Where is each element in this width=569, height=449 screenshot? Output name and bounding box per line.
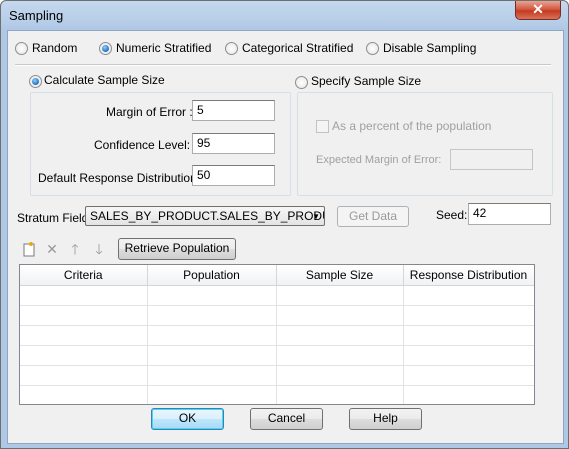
- table-cell[interactable]: [147, 385, 277, 404]
- cancel-button[interactable]: Cancel: [250, 408, 323, 430]
- categorical-stratified-radio[interactable]: [225, 42, 238, 55]
- table-cell[interactable]: [276, 345, 404, 366]
- table-row[interactable]: [20, 345, 534, 366]
- table-cell[interactable]: [20, 325, 148, 346]
- confidence-level-input[interactable]: 95: [192, 133, 275, 154]
- table-cell[interactable]: [403, 365, 534, 386]
- default-response-distribution-label: Default Response Distribution:: [38, 171, 201, 185]
- default-response-distribution-input[interactable]: 50: [192, 165, 275, 186]
- numeric-stratified-radio[interactable]: [99, 42, 112, 55]
- table-row[interactable]: [20, 285, 534, 306]
- get-data-button[interactable]: Get Data: [337, 206, 409, 227]
- table-cell[interactable]: [276, 285, 404, 306]
- margin-of-error-input[interactable]: 5: [192, 100, 275, 121]
- percent-of-population-label: As a percent of the population: [332, 119, 492, 133]
- stratum-field-label: Stratum Field:: [17, 211, 92, 225]
- calculate-sample-size-radio[interactable]: [29, 75, 42, 88]
- table-cell[interactable]: [403, 325, 534, 346]
- stratum-field-select[interactable]: SALES_BY_PRODUCT.SALES_BY_PRODU ▼: [85, 206, 325, 226]
- table-cell[interactable]: [147, 305, 277, 326]
- calculate-sample-size-label[interactable]: Calculate Sample Size: [44, 73, 165, 87]
- new-row-icon[interactable]: [21, 241, 37, 257]
- move-up-icon[interactable]: 🡑: [67, 241, 83, 257]
- table-row[interactable]: [20, 385, 534, 404]
- table-cell[interactable]: [147, 365, 277, 386]
- ok-button[interactable]: OK: [151, 408, 224, 430]
- close-button[interactable]: ✕: [515, 1, 561, 20]
- table-cell[interactable]: [276, 305, 404, 326]
- seed-label: Seed:: [436, 208, 468, 222]
- random-radio[interactable]: [15, 42, 28, 55]
- specify-sample-size-radio[interactable]: [295, 76, 308, 89]
- expected-margin-label: Expected Margin of Error:: [316, 154, 442, 166]
- specify-sample-size-label[interactable]: Specify Sample Size: [311, 74, 421, 88]
- retrieve-population-button[interactable]: Retrieve Population: [118, 238, 236, 260]
- table-row[interactable]: [20, 325, 534, 346]
- column-header-criteria[interactable]: Criteria: [20, 265, 148, 286]
- expected-margin-input[interactable]: [450, 149, 533, 170]
- table-row[interactable]: [20, 365, 534, 386]
- table-cell[interactable]: [20, 345, 148, 366]
- seed-input[interactable]: 42: [468, 203, 551, 225]
- disable-sampling-radio[interactable]: [366, 42, 379, 55]
- margin-of-error-label: Margin of Error :: [106, 105, 193, 119]
- table-cell[interactable]: [20, 305, 148, 326]
- table-cell[interactable]: [403, 345, 534, 366]
- title-bar[interactable]: Sampling ✕: [1, 1, 568, 29]
- table-cell[interactable]: [147, 345, 277, 366]
- table-cell[interactable]: [403, 385, 534, 404]
- table-row[interactable]: [20, 305, 534, 326]
- dialog-title: Sampling: [9, 8, 64, 23]
- table-cell[interactable]: [20, 285, 148, 306]
- chevron-down-icon: ▼: [312, 212, 320, 221]
- table-cell[interactable]: [147, 325, 277, 346]
- table-cell[interactable]: [147, 285, 277, 306]
- delete-icon[interactable]: ✕: [44, 241, 60, 257]
- dialog-body: Random Numeric Stratified Categorical St…: [7, 30, 564, 444]
- percent-of-population-checkbox[interactable]: [316, 120, 329, 133]
- column-header-population[interactable]: Population: [147, 265, 277, 286]
- categorical-stratified-label[interactable]: Categorical Stratified: [242, 41, 353, 55]
- move-down-icon[interactable]: 🡓: [91, 241, 107, 257]
- mode-separator: [15, 64, 551, 66]
- table-cell[interactable]: [276, 385, 404, 404]
- column-header-response-distribution[interactable]: Response Distribution: [403, 265, 534, 286]
- numeric-stratified-label[interactable]: Numeric Stratified: [116, 41, 211, 55]
- confidence-level-label: Confidence Level:: [94, 138, 191, 152]
- disable-sampling-label[interactable]: Disable Sampling: [383, 41, 476, 55]
- sampling-dialog: Sampling ✕ Random Numeric Stratified Cat…: [0, 0, 569, 449]
- strata-grid[interactable]: Criteria Population Sample Size Response…: [19, 264, 535, 405]
- stratum-field-value: SALES_BY_PRODUCT.SALES_BY_PRODU: [90, 209, 325, 223]
- random-label[interactable]: Random: [32, 41, 77, 55]
- table-cell[interactable]: [20, 385, 148, 404]
- table-cell[interactable]: [276, 325, 404, 346]
- table-cell[interactable]: [403, 305, 534, 326]
- column-header-sample-size[interactable]: Sample Size: [276, 265, 404, 286]
- table-cell[interactable]: [20, 365, 148, 386]
- table-cell[interactable]: [403, 285, 534, 306]
- specify-panel: [297, 92, 553, 196]
- help-button[interactable]: Help: [349, 408, 422, 430]
- table-cell[interactable]: [276, 365, 404, 386]
